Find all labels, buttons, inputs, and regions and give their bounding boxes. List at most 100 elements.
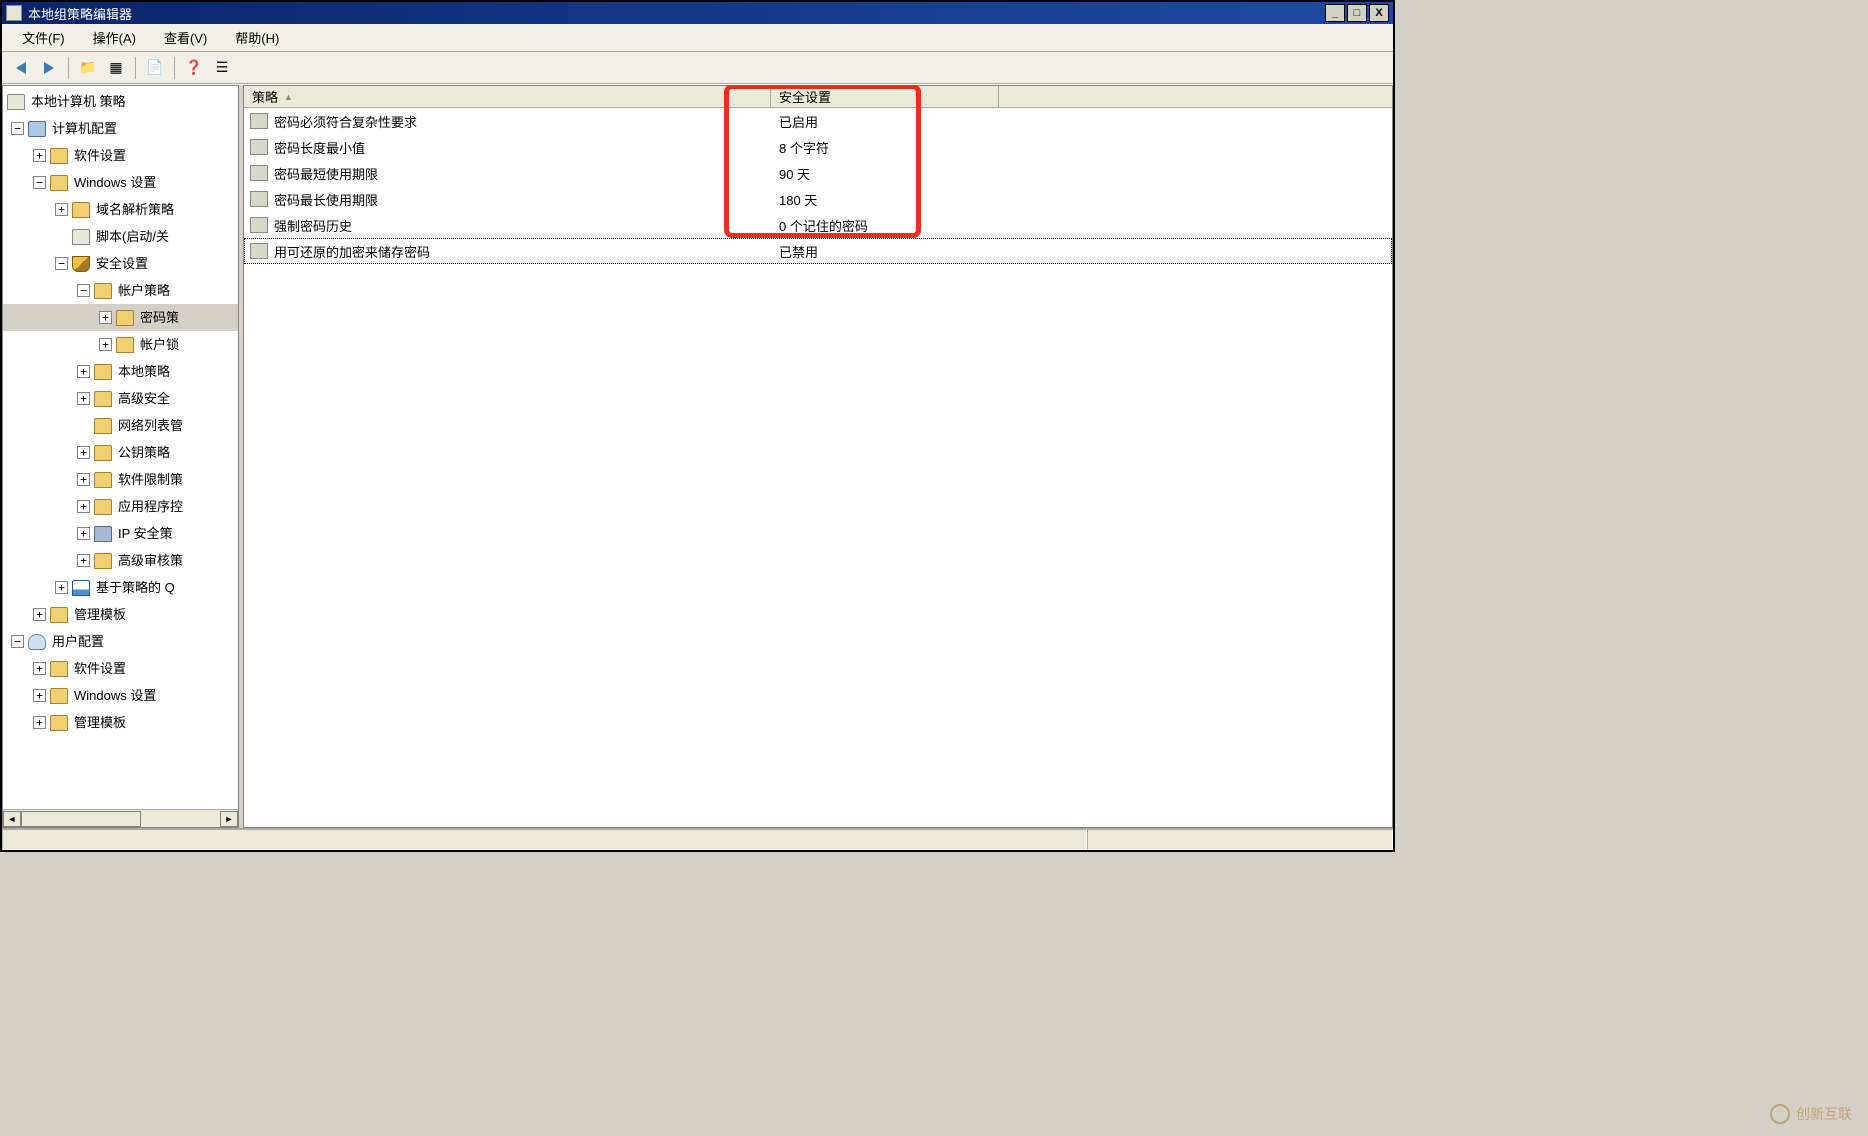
expand-icon[interactable]: + [77,527,90,540]
properties-icon: ☰ [216,59,229,76]
expand-icon[interactable]: + [33,662,46,675]
statusbar [2,828,1393,850]
forward-button[interactable] [36,55,62,81]
expand-icon[interactable]: + [55,203,68,216]
folder-icon [50,148,68,164]
expand-icon[interactable]: + [77,446,90,459]
folder-icon [94,364,112,380]
policy-item-icon [250,165,268,181]
tree-root[interactable]: 本地计算机 策略 [3,88,238,115]
folder-up-icon: 📁 [79,59,96,76]
list-row[interactable]: 密码最短使用期限90 天 [244,160,1392,186]
tree-advanced-audit[interactable]: +高级审核策 [3,547,238,574]
menu-action[interactable]: 操作(A) [79,24,150,51]
collapse-icon[interactable]: − [77,284,90,297]
tree-advanced-security[interactable]: +高级安全 [3,385,238,412]
menu-help[interactable]: 帮助(H) [221,24,293,51]
arrow-left-icon [16,62,26,74]
expand-icon[interactable]: + [99,338,112,351]
tree-password-policy[interactable]: +密码策 [3,304,238,331]
expand-icon[interactable]: + [33,149,46,162]
scroll-right-button[interactable]: ► [220,811,238,827]
tree-windows-settings[interactable]: −Windows 设置 [3,169,238,196]
show-hide-tree-button[interactable]: ▦ [103,55,129,81]
tree-local-policies[interactable]: +本地策略 [3,358,238,385]
expand-icon[interactable]: + [33,716,46,729]
window-controls: _ □ X [1325,4,1389,22]
expand-icon[interactable]: + [77,392,90,405]
tree-user-windows[interactable]: +Windows 设置 [3,682,238,709]
policy-item-icon [250,243,268,259]
list-row[interactable]: 密码必须符合复杂性要求已启用 [244,108,1392,134]
properties-button[interactable]: ☰ [209,55,235,81]
collapse-icon[interactable]: − [11,122,24,135]
tree-account-lockout[interactable]: +帐户锁 [3,331,238,358]
folder-icon [50,661,68,677]
separator [135,57,136,79]
collapse-icon[interactable]: − [33,176,46,189]
tree-computer-config[interactable]: −计算机配置 [3,115,238,142]
content-area: 本地计算机 策略 −计算机配置 +软件设置 −Windows 设置 +域名解析策… [2,84,1393,828]
maximize-button[interactable]: □ [1347,4,1367,22]
separator [68,57,69,79]
minimize-button[interactable]: _ [1325,4,1345,22]
gpedit-window: 本地组策略编辑器 _ □ X 文件(F) 操作(A) 查看(V) 帮助(H) 📁… [0,0,1395,852]
export-button[interactable]: 📄 [142,55,168,81]
collapse-icon[interactable]: − [11,635,24,648]
folder-icon [50,607,68,623]
tree-admin-templates[interactable]: +管理模板 [3,601,238,628]
tree-software-restrict[interactable]: +软件限制策 [3,466,238,493]
back-button[interactable] [8,55,34,81]
expand-icon[interactable]: + [77,365,90,378]
list-row[interactable]: 密码最长使用期限180 天 [244,186,1392,212]
tree-app-control[interactable]: +应用程序控 [3,493,238,520]
tree-user-software[interactable]: +软件设置 [3,655,238,682]
script-icon [72,229,90,245]
up-folder-button[interactable]: 📁 [75,55,101,81]
expand-icon[interactable]: + [33,689,46,702]
tree-software-settings[interactable]: +软件设置 [3,142,238,169]
tree-security-settings[interactable]: −安全设置 [3,250,238,277]
policy-item-icon [250,191,268,207]
shield-icon [72,256,90,272]
tree-ip-security[interactable]: +IP 安全策 [3,520,238,547]
help-button[interactable]: ❓ [181,55,207,81]
close-button[interactable]: X [1369,4,1389,22]
expand-icon[interactable]: + [99,311,112,324]
watermark-text: 创新互联 [1796,1104,1852,1124]
watermark: 创新互联 [1770,1104,1852,1124]
user-icon [28,634,46,650]
titlebar[interactable]: 本地组策略编辑器 _ □ X [2,2,1393,24]
folder-icon [116,310,134,326]
tree-panel[interactable]: 本地计算机 策略 −计算机配置 +软件设置 −Windows 设置 +域名解析策… [2,85,239,828]
scroll-thumb[interactable] [21,811,141,827]
column-policy[interactable]: 策略▲ [244,86,771,107]
scroll-left-button[interactable]: ◄ [3,811,21,827]
expand-icon[interactable]: + [77,554,90,567]
help-icon: ❓ [185,59,202,76]
server-icon [94,526,112,542]
collapse-icon[interactable]: − [55,257,68,270]
list-row[interactable]: 密码长度最小值8 个字符 [244,134,1392,160]
expand-icon[interactable]: + [55,581,68,594]
tree-scripts[interactable]: 脚本(启动/关 [3,223,238,250]
status-cell-2 [1087,829,1393,850]
list-panel: 策略▲ 安全设置 密码必须符合复杂性要求已启用 密码长度最小值8 个字符 密码最… [243,85,1393,828]
tree-public-key[interactable]: +公钥策略 [3,439,238,466]
expand-icon[interactable]: + [77,500,90,513]
window-title: 本地组策略编辑器 [28,4,1325,23]
tree-account-policies[interactable]: −帐户策略 [3,277,238,304]
list-row[interactable]: 强制密码历史0 个记住的密码 [244,212,1392,238]
list-row[interactable]: 用可还原的加密来储存密码已禁用 [244,238,1392,264]
menu-file[interactable]: 文件(F) [8,24,79,51]
tree-scrollbar-h[interactable]: ◄ ► [3,809,238,827]
tree-user-admin-templates[interactable]: +管理模板 [3,709,238,736]
expand-icon[interactable]: + [33,608,46,621]
tree-user-config[interactable]: −用户配置 [3,628,238,655]
column-setting[interactable]: 安全设置 [771,86,999,107]
tree-policy-qos[interactable]: +基于策略的 Q [3,574,238,601]
tree-network-list[interactable]: 网络列表管 [3,412,238,439]
menu-view[interactable]: 查看(V) [150,24,221,51]
tree-dns-policy[interactable]: +域名解析策略 [3,196,238,223]
expand-icon[interactable]: + [77,473,90,486]
